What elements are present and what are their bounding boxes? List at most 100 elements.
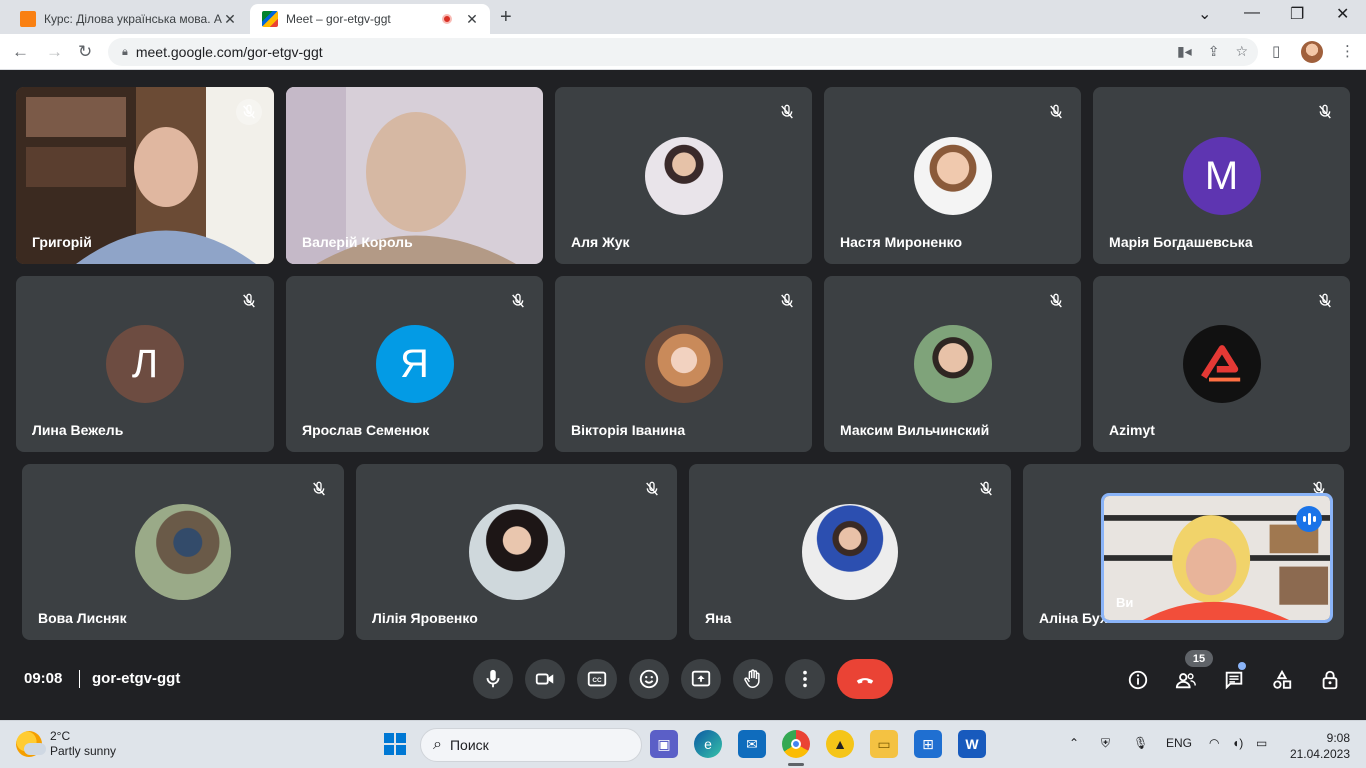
- leave-call-button[interactable]: [837, 659, 893, 699]
- participant-name: Лина Вежель: [32, 422, 124, 438]
- participant-avatar: [913, 137, 992, 215]
- participant-tile[interactable]: Настя Мироненко: [824, 87, 1081, 264]
- share-icon[interactable]: ⇪: [1208, 43, 1220, 60]
- participant-tile[interactable]: Лілія Яровенко: [356, 464, 677, 640]
- chat-button[interactable]: [1221, 667, 1247, 693]
- back-icon[interactable]: ←: [12, 42, 29, 62]
- forward-icon[interactable]: →: [46, 42, 63, 62]
- clock-time: 9:08: [1326, 731, 1350, 745]
- host-controls-button[interactable]: [1317, 667, 1343, 693]
- participant-tile[interactable]: Вова Лисняк: [22, 464, 344, 640]
- meeting-details-button[interactable]: [1125, 667, 1151, 693]
- camera-in-use-icon[interactable]: ▮◂: [1177, 43, 1192, 60]
- close-tab-icon[interactable]: ✕: [464, 11, 480, 28]
- tray-overflow-icon[interactable]: ⌃: [1069, 736, 1079, 750]
- participant-tile[interactable]: Аля Жук: [555, 87, 812, 264]
- participant-avatar: [802, 504, 898, 600]
- tab-title: Meet – gor-etgv-ggt: [286, 12, 391, 26]
- participant-tile[interactable]: Azimyt: [1093, 276, 1350, 452]
- participant-tile[interactable]: Я Ярослав Семенюк: [286, 276, 543, 452]
- emoji-reaction-button[interactable]: [629, 659, 669, 699]
- reload-icon[interactable]: ↻: [78, 42, 92, 62]
- system-clock[interactable]: 9:08 21.04.2023: [1290, 730, 1350, 762]
- close-tab-icon[interactable]: ✕: [222, 11, 238, 28]
- search-placeholder: Поиск: [449, 737, 489, 753]
- participant-name: Яна: [705, 610, 732, 626]
- mic-off-icon: [236, 288, 262, 314]
- teams-chat-icon[interactable]: ▣: [650, 730, 678, 758]
- weather-desc: Partly sunny: [50, 744, 117, 758]
- moodle-favicon-icon: [20, 11, 36, 27]
- participant-name: Аля Жук: [571, 234, 630, 250]
- hang-up-icon: [856, 678, 874, 684]
- windows-logo-icon: [384, 733, 406, 755]
- mail-icon[interactable]: ✉: [738, 730, 766, 758]
- new-tab-icon[interactable]: +: [500, 6, 512, 29]
- meeting-code: gor-etgv-ggt: [92, 670, 181, 687]
- microsoft-store-icon[interactable]: ⊞: [914, 730, 942, 758]
- participant-tile[interactable]: Вікторія Іванина: [555, 276, 812, 452]
- svg-text:CC: CC: [592, 677, 602, 684]
- browser-tab-bar: Курс: Ділова українська мова. А ✕ Meet –…: [0, 0, 1366, 34]
- maximize-icon[interactable]: ❐: [1290, 4, 1304, 24]
- tab-search-icon[interactable]: ⌄: [1198, 4, 1211, 24]
- participant-tile[interactable]: Максим Вильчинский: [824, 276, 1081, 452]
- minimize-icon[interactable]: —: [1244, 4, 1260, 22]
- participant-letter-avatar: Я: [375, 325, 454, 403]
- meet-favicon-icon: [262, 11, 278, 27]
- url-field[interactable]: 🔒︎ meet.google.com/gor-etgv-ggt ▮◂ ⇪ ☆: [108, 38, 1258, 66]
- activities-button[interactable]: [1269, 667, 1295, 693]
- word-icon[interactable]: W: [958, 730, 986, 758]
- taskbar-search[interactable]: ⌕ Поиск: [420, 728, 642, 762]
- participant-name: Ярослав Семенюк: [302, 422, 430, 438]
- participant-tile[interactable]: Яна: [689, 464, 1011, 640]
- self-view[interactable]: Ви: [1101, 493, 1333, 623]
- speaking-indicator-icon: [1296, 506, 1322, 532]
- mic-off-icon: [1312, 288, 1338, 314]
- captions-button[interactable]: CC: [577, 659, 617, 699]
- profile-avatar[interactable]: [1301, 41, 1323, 63]
- participant-name: Вікторія Іванина: [571, 422, 686, 438]
- active-app-indicator: [788, 763, 804, 766]
- participants-count-badge: 15: [1185, 650, 1213, 667]
- hand-icon: [744, 669, 760, 688]
- battery-icon[interactable]: ▭: [1256, 736, 1267, 750]
- participant-tile[interactable]: Григорій: [16, 87, 274, 264]
- microphone-tray-icon[interactable]: 🎙︎: [1133, 736, 1148, 750]
- azimyt-logo-icon: [1200, 345, 1240, 382]
- wifi-icon[interactable]: ◠: [1209, 736, 1219, 750]
- tab-meet[interactable]: Meet – gor-etgv-ggt ✕: [250, 4, 490, 34]
- participant-name: Azimyt: [1109, 422, 1155, 438]
- volume-icon[interactable]: ◖): [1232, 736, 1243, 750]
- tab-course[interactable]: Курс: Ділова українська мова. А ✕: [8, 4, 248, 34]
- edge-icon[interactable]: e: [694, 730, 722, 758]
- raise-hand-button[interactable]: [733, 659, 773, 699]
- close-window-icon[interactable]: ✕: [1336, 4, 1349, 24]
- bookmark-star-icon[interactable]: ☆: [1235, 43, 1248, 60]
- weather-widget[interactable]: 2°C Partly sunny: [16, 729, 116, 759]
- mic-off-icon: [973, 476, 999, 502]
- people-icon: [1175, 673, 1196, 689]
- participant-tile[interactable]: М Марія Богдашевська: [1093, 87, 1350, 264]
- input-language[interactable]: ENG: [1166, 736, 1192, 750]
- more-options-button[interactable]: [785, 659, 825, 699]
- participant-tile[interactable]: Валерій Король: [286, 87, 543, 264]
- chrome-icon[interactable]: [782, 730, 810, 758]
- camera-button[interactable]: [525, 659, 565, 699]
- security-shield-icon[interactable]: ⛨: [1101, 736, 1110, 751]
- warning-app-icon[interactable]: ▲: [826, 730, 854, 758]
- divider: [79, 670, 80, 688]
- browser-menu-icon[interactable]: ⋮: [1340, 42, 1355, 60]
- address-bar: ← → ↻ 🔒︎ meet.google.com/gor-etgv-ggt ▮◂…: [0, 34, 1366, 70]
- side-panel-icon[interactable]: ▯: [1272, 42, 1280, 60]
- file-explorer-icon[interactable]: ▭: [870, 730, 898, 758]
- captions-icon: CC: [587, 671, 607, 687]
- emoji-icon: [639, 669, 659, 689]
- start-button[interactable]: [381, 730, 409, 758]
- present-screen-button[interactable]: [681, 659, 721, 699]
- people-button[interactable]: [1173, 667, 1199, 693]
- participant-name: Максим Вильчинский: [840, 422, 990, 438]
- participant-tile[interactable]: Л Лина Вежель: [16, 276, 274, 452]
- present-icon: [691, 670, 711, 687]
- mic-button[interactable]: [473, 659, 513, 699]
